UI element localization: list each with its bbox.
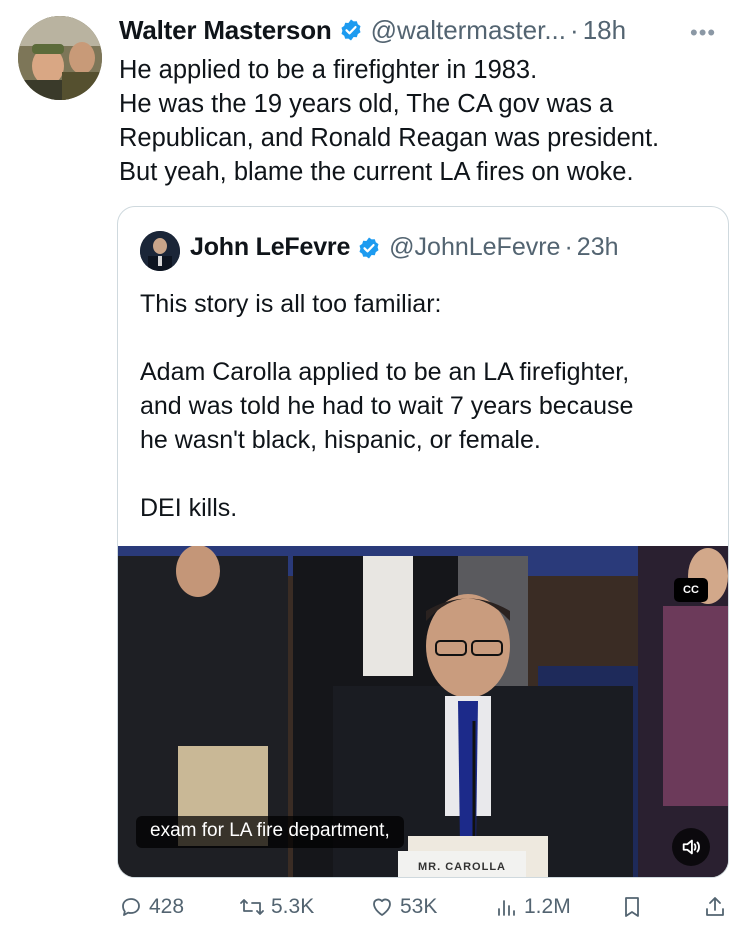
tweet-line: He was the 19 years old, The CA gov was …	[119, 90, 614, 118]
author-avatar[interactable]	[18, 16, 102, 100]
quoted-line: Adam Carolla applied to be an LA firefig…	[140, 358, 630, 386]
tweet-line: But yeah, blame the current LA fires on …	[119, 158, 634, 186]
action-bar: 428 5.3K 53K 1.2M	[119, 895, 731, 929]
tweet-line: He applied to be a firefighter in 1983.	[119, 56, 538, 84]
like-button[interactable]: 53K	[370, 895, 437, 919]
repost-icon	[240, 899, 264, 915]
like-count: 53K	[400, 895, 438, 918]
quoted-tweet-text: This story is all too familiar: Adam Car…	[140, 287, 710, 525]
quoted-line	[140, 321, 710, 355]
video-player[interactable]: CC exam for LA fire department, MR. CARO…	[118, 546, 728, 877]
repost-count: 5.3K	[271, 895, 315, 918]
views-button[interactable]: 1.2M	[494, 895, 571, 919]
bookmark-icon	[625, 897, 639, 917]
views-icon	[498, 900, 515, 916]
share-icon	[706, 897, 724, 916]
author-name[interactable]: Walter Masterson	[119, 15, 332, 46]
quoted-line: DEI kills.	[140, 494, 238, 522]
header-separator: ·	[570, 14, 579, 45]
quoted-tweet-card[interactable]: John LeFevre @JohnLeFevre · 23h This sto…	[117, 206, 729, 878]
reply-count: 428	[149, 895, 185, 918]
quoted-line	[140, 457, 710, 491]
quoted-timestamp[interactable]: 23h	[577, 233, 619, 262]
verified-badge-icon	[359, 237, 379, 258]
quoted-author-name[interactable]: John LeFevre	[190, 233, 350, 262]
tweet-header: Walter Masterson @waltermaster... · 18h	[119, 12, 626, 48]
quoted-tweet-header: John LeFevre @JohnLeFevre · 23h	[190, 233, 619, 262]
reply-icon	[122, 898, 140, 916]
quoted-line: and was told he had to wait 7 years beca…	[140, 392, 634, 420]
tweet-line: Republican, and Ronald Reagan was presid…	[119, 124, 660, 152]
tweet-text: He applied to be a firefighter in 1983. …	[119, 53, 719, 189]
author-handle[interactable]: @waltermaster...	[371, 15, 566, 46]
quoted-line: he wasn't black, hispanic, or female.	[140, 426, 541, 454]
more-options-icon[interactable]: •••	[690, 20, 716, 46]
captions-toggle-button[interactable]: CC	[674, 578, 708, 602]
view-count: 1.2M	[524, 895, 571, 918]
bookmark-button[interactable]	[621, 895, 649, 919]
heart-icon	[373, 898, 391, 916]
quoted-author-handle[interactable]: @JohnLeFevre	[389, 233, 560, 262]
volume-icon[interactable]	[672, 828, 710, 866]
nameplate: MR. CAROLLA	[398, 851, 526, 877]
tweet-timestamp[interactable]: 18h	[583, 15, 626, 46]
video-caption: exam for LA fire department,	[136, 816, 404, 848]
share-button[interactable]	[703, 895, 733, 919]
verified-badge-icon	[341, 19, 361, 41]
quoted-line: This story is all too familiar:	[140, 290, 442, 318]
repost-button[interactable]: 5.3K	[239, 895, 314, 919]
reply-button[interactable]: 428	[119, 895, 184, 919]
quoted-author-avatar[interactable]	[140, 231, 180, 271]
header-separator: ·	[564, 233, 573, 261]
